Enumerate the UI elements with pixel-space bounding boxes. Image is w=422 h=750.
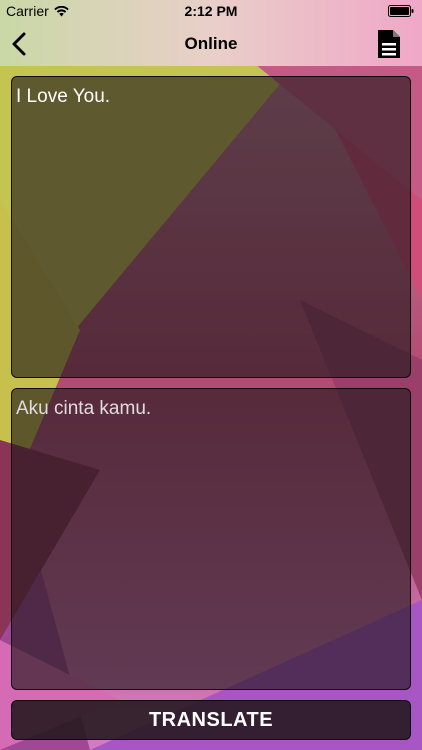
navigation-bar: Online bbox=[0, 22, 422, 66]
status-bar: Carrier 2:12 PM bbox=[0, 0, 422, 22]
translation-text: Aku cinta kamu. bbox=[16, 398, 152, 419]
status-time: 2:12 PM bbox=[184, 3, 238, 19]
source-text-area[interactable]: I Love You. bbox=[11, 76, 411, 378]
translate-button[interactable]: TRANSLATE bbox=[11, 700, 411, 740]
page-title: Online bbox=[184, 34, 238, 53]
translation-text-area[interactable]: Aku cinta kamu. bbox=[11, 388, 411, 690]
app-screen: Carrier 2:12 PM Online I Love You. Aku c… bbox=[0, 0, 422, 750]
source-text: I Love You. bbox=[16, 86, 111, 107]
document-icon[interactable] bbox=[376, 28, 402, 60]
battery-icon bbox=[388, 5, 414, 17]
